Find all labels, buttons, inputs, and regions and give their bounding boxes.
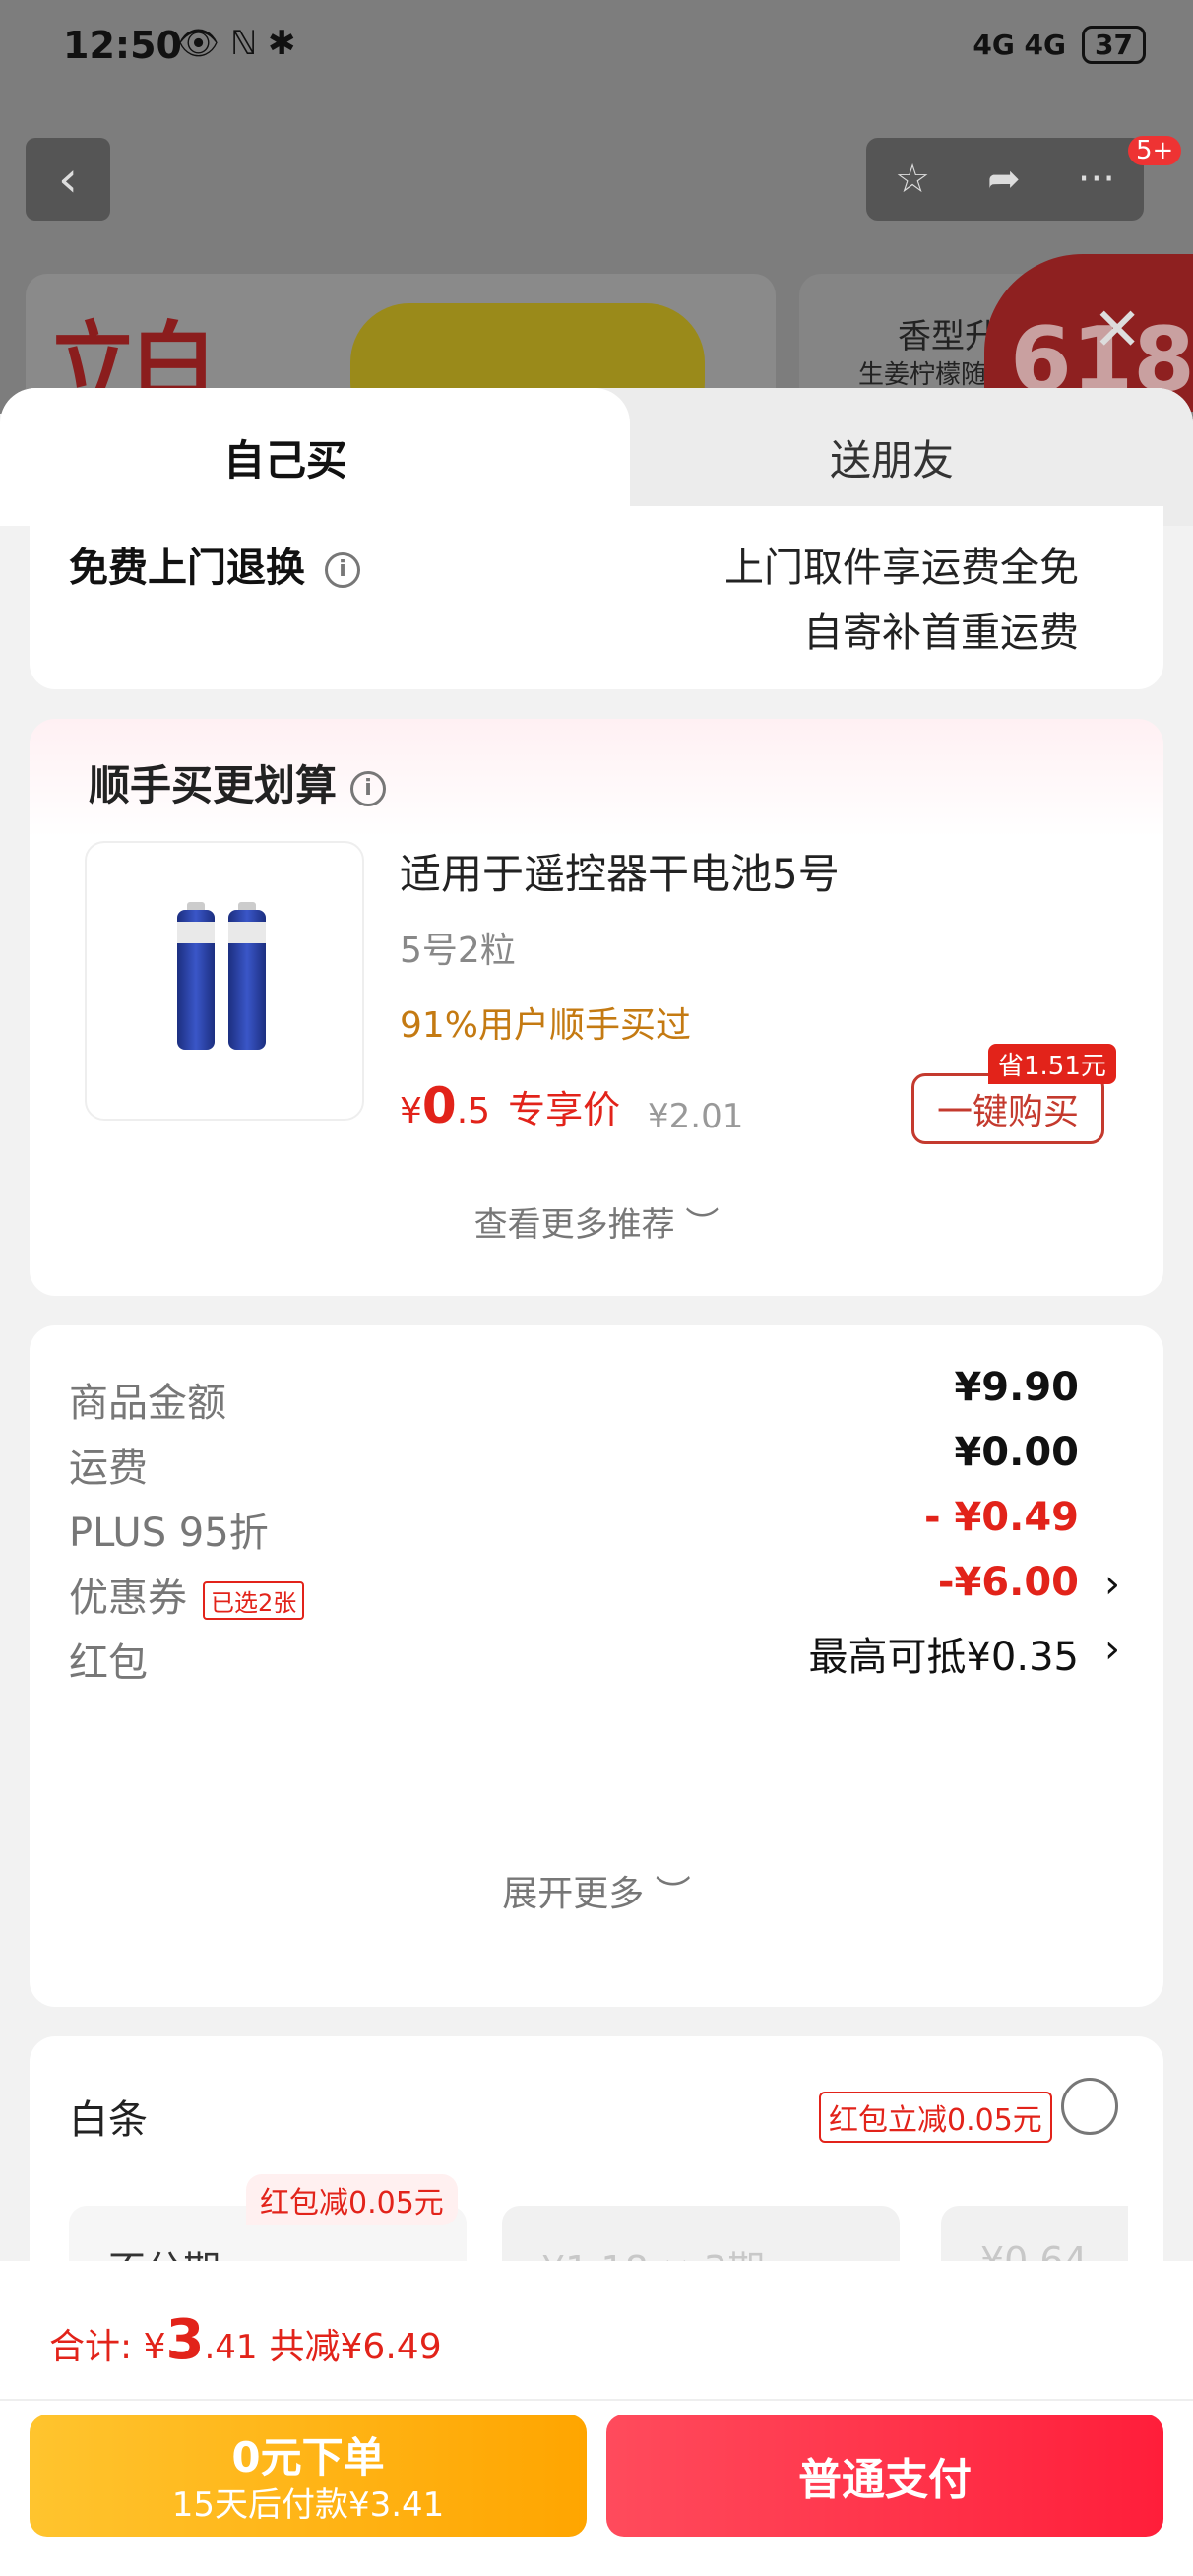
pay-later-subtitle: 15天后付款¥3.41 (171, 2485, 445, 2525)
battery-icon: 37 (1082, 26, 1146, 64)
status-time: 12:50 (63, 24, 182, 67)
status-left-icons: 👁 ℕ ✱ (177, 24, 296, 63)
status-bar: 12:50 👁 ℕ ✱ 4G 4G 37 (0, 0, 1193, 98)
price-tag: 专享价 (508, 1088, 621, 1131)
summary-row-goods: 商品金额 ¥9.90 (69, 1361, 1124, 1430)
return-title-text: 免费上门退换 (69, 546, 305, 591)
order-total: 合计: ¥3.41 共减¥6.49 (49, 2308, 442, 2372)
save-badge: 省1.51元 (988, 1044, 1116, 1084)
payment-radio[interactable] (1061, 2078, 1118, 2135)
summary-label: 红包 (69, 1641, 148, 1686)
share-icon[interactable]: ➦ (987, 157, 1021, 202)
summary-label: 运费 (69, 1446, 148, 1491)
summary-value: - ¥0.49 (923, 1495, 1079, 1540)
summary-value: 最高可抵¥0.35 (808, 1635, 1079, 1680)
coupon-label: 优惠券 (69, 1576, 187, 1621)
recommend-card: 顺手买更划算 i 适用于遥控器干电池5号 5号2粒 91%用户顺手买过 ¥0.5 专… (30, 719, 1163, 1296)
chevron-right-icon: › (1104, 1562, 1120, 1607)
pay-later-title: 0元下单 (231, 2433, 385, 2481)
return-pickup-text: 上门取件享运费全免 (724, 546, 1079, 591)
message-badge: 5+ (1128, 136, 1182, 165)
installment-badge: 红包减0.05元 (246, 2174, 458, 2225)
tab-label: 送朋友 (829, 435, 954, 484)
summary-label: PLUS 95折 (69, 1511, 269, 1556)
product-spec: 5号2粒 (400, 931, 516, 971)
summary-value: -¥6.00 (937, 1560, 1079, 1605)
recommend-title-text: 顺手买更划算 (89, 761, 338, 809)
back-button[interactable]: ‹ (26, 138, 110, 221)
more-icon[interactable]: ··· (1078, 157, 1115, 202)
total-currency: ¥ (143, 2327, 166, 2367)
total-integer: 3 (165, 2308, 205, 2372)
banner-text: 香型升 (898, 317, 998, 356)
payment-promo-tag: 红包立减0.05元 (819, 2092, 1052, 2143)
return-service-card: 免费上门退换 i 上门取件享运费全免 自寄补首重运费 (30, 506, 1163, 689)
recommend-title: 顺手买更划算 i (89, 752, 387, 812)
normal-pay-button[interactable]: 普通支付 (606, 2415, 1163, 2537)
total-saved: 共减¥6.49 (269, 2327, 442, 2367)
summary-label: 优惠券 已选2张 (69, 1566, 305, 1623)
checkout-bar: 合计: ¥3.41 共减¥6.49 0元下单 15天后付款¥3.41 普通支付 (0, 2261, 1193, 2576)
tab-buy-self[interactable]: 自己买 (0, 388, 630, 526)
coupon-count-tag: 已选2张 (203, 1580, 305, 1620)
return-service-title: 免费上门退换 i (69, 536, 360, 593)
total-label: 合计: (49, 2327, 144, 2367)
status-right: 4G 4G 37 (973, 26, 1146, 64)
price-integer: 0 (421, 1077, 457, 1134)
signal-icon: 4G 4G (973, 29, 1067, 61)
product-thumbnail[interactable] (85, 841, 364, 1121)
banner-subtext: 生姜柠檬随 (858, 360, 987, 390)
price-currency: ¥ (400, 1091, 422, 1131)
summary-row-coupon[interactable]: 优惠券 已选2张 -¥6.00 › (69, 1556, 1124, 1625)
tab-gift-friend[interactable]: 送朋友 (591, 388, 1193, 526)
expand-more-link[interactable]: 展开更多 ︶ (30, 1865, 1163, 1916)
info-icon[interactable]: i (325, 552, 360, 588)
summary-row-redpacket[interactable]: 红包 最高可抵¥0.35 › (69, 1621, 1124, 1690)
summary-value: ¥0.00 (954, 1430, 1079, 1475)
price-decimal: .5 (456, 1091, 491, 1131)
product-name[interactable]: 适用于遥控器干电池5号 (400, 841, 840, 901)
summary-row-plus: PLUS 95折 - ¥0.49 (69, 1491, 1124, 1560)
summary-label: 商品金额 (69, 1381, 226, 1426)
chevron-left-icon: ‹ (58, 151, 78, 208)
product-social-proof: 91%用户顺手买过 (400, 1005, 692, 1046)
product-price: ¥0.5 专享价 (400, 1077, 620, 1134)
star-icon[interactable]: ☆ (895, 157, 930, 202)
price-summary-card: 商品金额 ¥9.90 运费 ¥0.00 PLUS 95折 - ¥0.49 优惠券… (30, 1325, 1163, 2007)
summary-value: ¥9.90 (954, 1365, 1079, 1410)
tab-label: 自己买 (222, 435, 347, 484)
checkout-sheet: 送朋友 自己买 免费上门退换 i 上门取件享运费全免 自寄补首重运费 顺手买更划算… (0, 388, 1193, 2576)
info-icon[interactable]: i (350, 770, 387, 806)
more-recommend-link[interactable]: 查看更多推荐 ︶ (30, 1197, 1163, 1246)
battery-image (177, 902, 215, 1050)
summary-row-shipping: 运费 ¥0.00 (69, 1426, 1124, 1495)
nav-actions: ☆ ➦ ··· (866, 138, 1144, 221)
battery-image (228, 902, 266, 1050)
divider (0, 2399, 1193, 2401)
total-decimal: .41 (204, 2328, 258, 2367)
original-price: ¥2.01 (648, 1097, 744, 1136)
return-self-send-text: 自寄补首重运费 (803, 611, 1079, 656)
chevron-right-icon: › (1104, 1627, 1120, 1672)
pay-later-button[interactable]: 0元下单 15天后付款¥3.41 (30, 2415, 587, 2537)
close-icon[interactable]: ✕ (1093, 295, 1142, 364)
payment-method-title: 白条 (69, 2097, 148, 2143)
